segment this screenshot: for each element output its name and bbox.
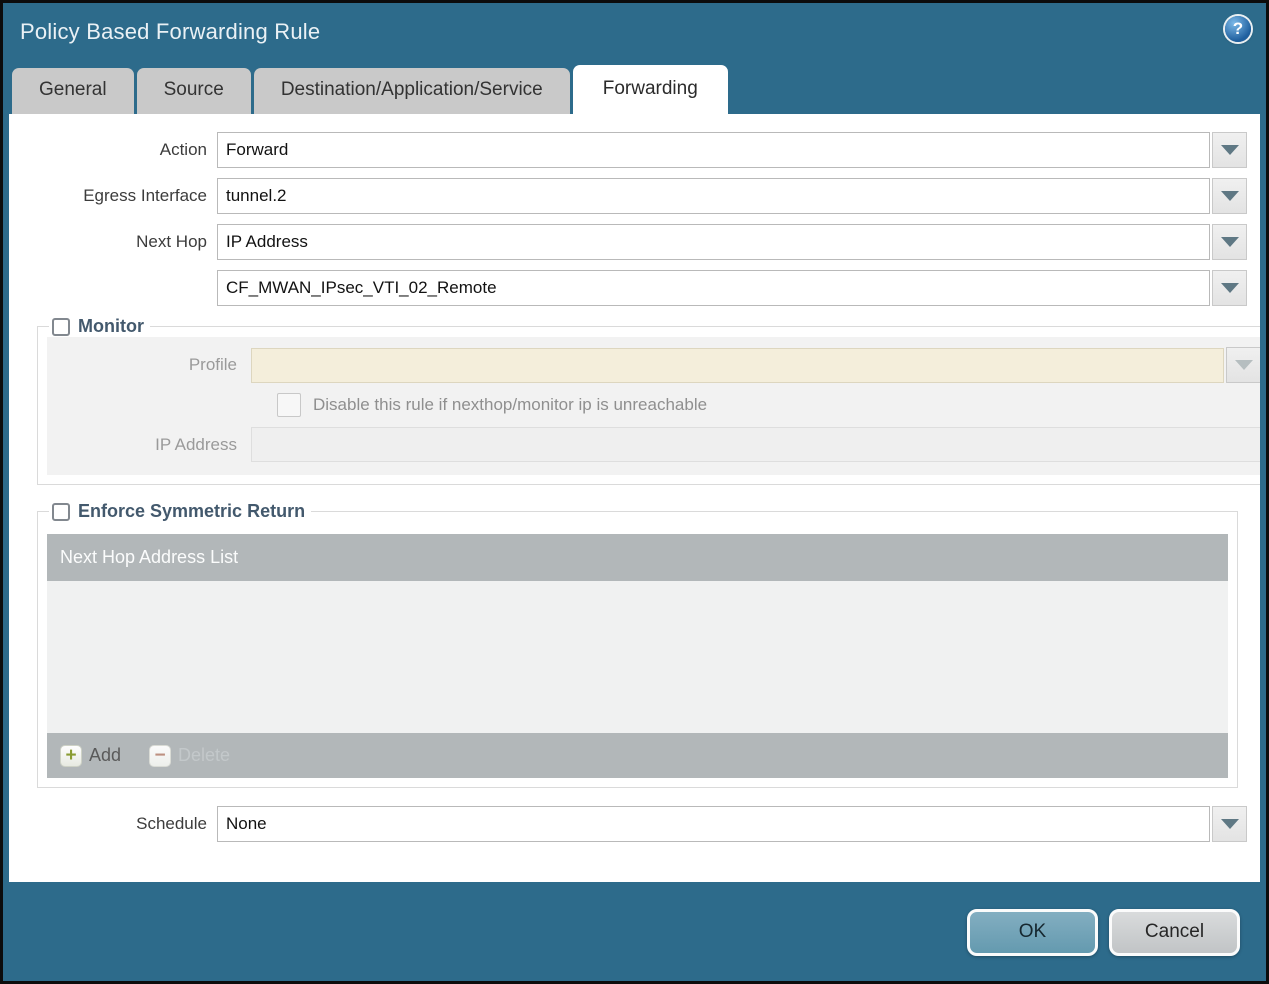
tab-destination-application-service[interactable]: Destination/Application/Service: [253, 68, 570, 114]
table-body: [47, 581, 1228, 733]
minus-icon: −: [149, 744, 172, 767]
chevron-down-icon: [1220, 237, 1239, 247]
chevron-down-icon: [1234, 360, 1253, 370]
action-row: Action: [9, 132, 1260, 168]
symmetric-return-legend: Enforce Symmetric Return: [49, 501, 311, 522]
chevron-down-icon: [1220, 145, 1239, 155]
profile-label: Profile: [188, 355, 237, 374]
egress-interface-dropdown-button[interactable]: [1212, 178, 1247, 214]
schedule-label: Schedule: [136, 814, 207, 833]
symmetric-return-fieldset: Enforce Symmetric Return Next Hop Addres…: [37, 501, 1238, 788]
disable-rule-checkbox: [277, 393, 301, 417]
cancel-button[interactable]: Cancel: [1109, 908, 1240, 956]
ok-button[interactable]: OK: [967, 908, 1098, 956]
profile-dropdown-button: [1226, 347, 1260, 383]
next-hop-address-dropdown-button[interactable]: [1212, 270, 1247, 306]
monitor-ip-address-input: [251, 427, 1260, 462]
action-dropdown-button[interactable]: [1212, 132, 1247, 168]
schedule-row: Schedule: [9, 806, 1260, 842]
monitor-fieldset: Monitor Profile Disable this rule if nex…: [37, 316, 1260, 485]
monitor-ip-address-row: IP Address: [47, 427, 1260, 462]
monitor-legend-label: Monitor: [78, 316, 144, 336]
next-hop-type-input[interactable]: [217, 224, 1210, 260]
tab-bar: General Source Destination/Application/S…: [12, 65, 1266, 114]
chevron-down-icon: [1220, 283, 1239, 293]
help-icon[interactable]: ?: [1225, 16, 1251, 42]
symmetric-return-legend-label: Enforce Symmetric Return: [78, 501, 306, 521]
add-button-label: Add: [89, 745, 122, 765]
next-hop-label: Next Hop: [136, 232, 207, 251]
delete-button: − Delete: [149, 744, 231, 767]
pbf-rule-dialog: Policy Based Forwarding Rule ? General S…: [0, 0, 1269, 984]
egress-interface-row: Egress Interface: [9, 178, 1260, 214]
table-header-label: Next Hop Address List: [60, 547, 239, 567]
monitor-checkbox[interactable]: [52, 317, 70, 336]
schedule-dropdown-button[interactable]: [1212, 806, 1247, 842]
tab-general[interactable]: General: [12, 68, 134, 114]
forwarding-tab-panel: Action Egress Interface Next Hop Monitor: [9, 114, 1260, 882]
disable-rule-label: Disable this rule if nexthop/monitor ip …: [313, 395, 708, 414]
egress-interface-input[interactable]: [217, 178, 1210, 214]
monitor-legend: Monitor: [49, 316, 150, 337]
schedule-input[interactable]: [217, 806, 1210, 842]
dialog-title: Policy Based Forwarding Rule: [20, 19, 321, 44]
profile-input: [251, 347, 1224, 383]
next-hop-address-input[interactable]: [217, 270, 1210, 306]
dialog-footer: OK Cancel: [3, 883, 1266, 981]
monitor-disabled-area: Profile Disable this rule if nexthop/mon…: [47, 337, 1260, 475]
disable-rule-row: Disable this rule if nexthop/monitor ip …: [277, 393, 1260, 417]
symmetric-return-checkbox[interactable]: [52, 502, 70, 521]
action-input[interactable]: [217, 132, 1210, 168]
next-hop-row: Next Hop: [9, 224, 1260, 260]
chevron-down-icon: [1220, 819, 1239, 829]
next-hop-address-row: [9, 270, 1260, 306]
add-button[interactable]: + Add: [60, 744, 122, 767]
table-header: Next Hop Address List: [47, 534, 1228, 581]
table-footer: + Add − Delete: [47, 733, 1228, 778]
next-hop-address-list-table: Next Hop Address List + Add − Delete: [47, 534, 1228, 778]
chevron-down-icon: [1220, 191, 1239, 201]
monitor-ip-address-label: IP Address: [155, 434, 237, 454]
action-label: Action: [159, 140, 207, 159]
egress-interface-label: Egress Interface: [83, 186, 207, 205]
dialog-titlebar: Policy Based Forwarding Rule ?: [3, 3, 1266, 65]
next-hop-dropdown-button[interactable]: [1212, 224, 1247, 260]
tab-source[interactable]: Source: [136, 68, 251, 114]
tab-forwarding[interactable]: Forwarding: [572, 65, 728, 114]
delete-button-label: Delete: [178, 745, 231, 765]
profile-row: Profile: [47, 347, 1260, 383]
plus-icon: +: [60, 744, 82, 767]
